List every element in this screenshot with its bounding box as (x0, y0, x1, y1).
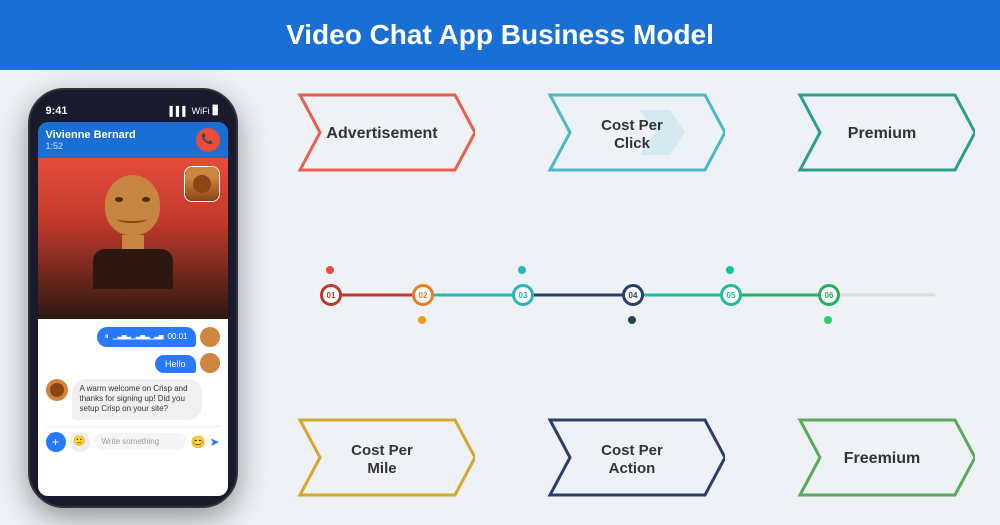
call-header: Vivienne Bernard 1:52 📞 (38, 122, 228, 158)
advertisement-shape[interactable]: Advertisement (290, 90, 475, 175)
top-shapes-row: Advertisement Cost Per Click Premium (290, 90, 975, 175)
call-time: 1:52 (46, 141, 136, 151)
svg-text:Action: Action (609, 460, 656, 477)
send-button[interactable]: ➤ (209, 435, 219, 449)
audio-message-row: ⏸ ▁▃▅▃▁▃▅▃▁▃▅ 00:01 (46, 327, 220, 347)
audio-duration: 00:01 (167, 332, 187, 341)
svg-text:Advertisement: Advertisement (326, 125, 438, 142)
video-area (38, 158, 228, 319)
emoji-button[interactable]: 🙂 (70, 432, 90, 452)
audio-waveform: ▁▃▅▃▁▃▅▃▁▃▅ (113, 333, 164, 340)
hello-message-row: Hello (46, 353, 220, 373)
receiver-avatar (46, 379, 68, 401)
caller-info: Vivienne Bernard 1:52 (46, 129, 136, 151)
cost-per-action-shape[interactable]: Cost Per Action (540, 415, 725, 500)
welcome-message-row: A warm welcome on Crisp and thanks for s… (46, 379, 220, 420)
timeline-node-03: 03 (512, 284, 534, 306)
signal-icon: ▌▌▌ (169, 106, 188, 116)
welcome-bubble: A warm welcome on Crisp and thanks for s… (72, 379, 203, 420)
sender-avatar-2 (200, 353, 220, 373)
chat-input-row: + 🙂 Write something 😊 ➤ (46, 426, 220, 452)
svg-text:Premium: Premium (848, 125, 916, 142)
battery-icon: ▊ (213, 105, 220, 116)
small-avatar (184, 166, 220, 202)
play-icon: ⏸ (105, 332, 109, 342)
timeline-node-06: 06 (818, 284, 840, 306)
caller-name: Vivienne Bernard (46, 129, 136, 141)
page-title: Video Chat App Business Model (286, 19, 714, 51)
timeline-node-02: 02 (412, 284, 434, 306)
phone-icons: ▌▌▌ WiFi ▊ (169, 105, 219, 116)
svg-text:Freemium: Freemium (844, 450, 920, 467)
timeline-node-01: 01 (320, 284, 342, 306)
chat-area: ⏸ ▁▃▅▃▁▃▅▃▁▃▅ 00:01 Hello A warm (38, 319, 228, 496)
phone-section: 9:41 ▌▌▌ WiFi ▊ Vivienne Bernard 1:52 📞 (0, 70, 265, 525)
timeline-node-04: 04 (622, 284, 644, 306)
svg-text:Click: Click (614, 135, 651, 152)
sender-avatar-1 (200, 327, 220, 347)
bottom-shapes-row: Cost Per Mile Cost Per Action Freemium (290, 415, 975, 500)
business-model-section: Advertisement Cost Per Click Premium (265, 70, 1000, 525)
freemium-shape[interactable]: Freemium (790, 415, 975, 500)
premium-shape[interactable]: Premium (790, 90, 975, 175)
phone-time: 9:41 (46, 105, 68, 117)
end-call-button[interactable]: 📞 (196, 128, 220, 152)
cost-per-mile-shape[interactable]: Cost Per Mile (290, 415, 475, 500)
phone-notch (98, 90, 168, 110)
phone-mockup: 9:41 ▌▌▌ WiFi ▊ Vivienne Bernard 1:52 📞 (28, 88, 238, 508)
message-input[interactable]: Write something (94, 433, 187, 450)
timeline-node-05: 05 (720, 284, 742, 306)
svg-text:Mile: Mile (367, 460, 396, 477)
page-header: Video Chat App Business Model (0, 0, 1000, 70)
wifi-icon: WiFi (192, 106, 210, 116)
hello-bubble: Hello (155, 355, 196, 373)
audio-bubble: ⏸ ▁▃▅▃▁▃▅▃▁▃▅ 00:01 (97, 327, 196, 347)
svg-text:Cost Per: Cost Per (601, 442, 663, 459)
sticker-icon[interactable]: 😊 (190, 435, 205, 449)
svg-text:Cost Per: Cost Per (351, 442, 413, 459)
svg-text:Cost Per: Cost Per (601, 117, 663, 134)
add-attachment-button[interactable]: + (46, 432, 66, 452)
cost-per-click-shape[interactable]: Cost Per Click (540, 90, 725, 175)
